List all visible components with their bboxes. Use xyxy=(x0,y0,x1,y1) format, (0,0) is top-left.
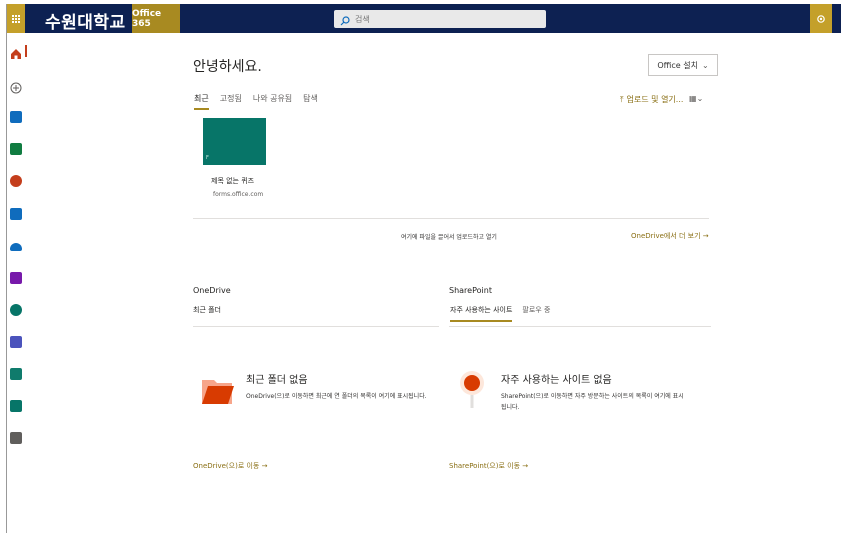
install-office-button[interactable]: Office 설치 ⌄ xyxy=(648,54,718,76)
app-launcher-button[interactable] xyxy=(7,4,25,33)
onedrive-recent-folders-label: 최근 폴더 xyxy=(193,306,221,314)
gear-icon xyxy=(817,14,825,23)
office-home-window: 수원대학교 Office 365 검색 안녕하세요. Office 설치 ⌄ 최… xyxy=(6,4,841,533)
upload-label: 업로드 및 열기... xyxy=(626,95,684,104)
powerpoint-icon[interactable] xyxy=(10,175,22,187)
go-to-onedrive-link[interactable]: OneDrive(으)로 이동 → xyxy=(193,461,267,471)
recent-file-thumbnail[interactable]: F xyxy=(203,118,266,165)
chevron-down-icon: ⌄ xyxy=(696,94,704,103)
office365-link[interactable]: Office 365 xyxy=(132,4,180,33)
teams-icon[interactable] xyxy=(10,336,22,348)
home-active-indicator xyxy=(25,45,27,57)
sharepoint-empty-description: SharePoint(으)로 이동하면 자주 방문하는 사이트의 목록이 여기에… xyxy=(501,393,684,411)
onedrive-icon[interactable] xyxy=(10,243,22,251)
sharepoint-site-icon xyxy=(460,371,484,408)
section-divider xyxy=(193,218,709,219)
home-icon[interactable] xyxy=(10,45,22,59)
organization-name[interactable]: 수원대학교 xyxy=(45,8,126,33)
onedrive-heading: OneDrive xyxy=(193,286,231,295)
sharepoint-icon[interactable] xyxy=(10,304,22,316)
forms-icon[interactable] xyxy=(10,400,22,412)
recent-file-title[interactable]: 제목 없는 퀴즈 xyxy=(211,176,254,186)
tab-frequent-sites[interactable]: 자주 사용하는 사이트 xyxy=(450,305,513,322)
forms-logo-icon: F xyxy=(206,155,209,161)
waffle-icon xyxy=(12,14,20,23)
onedrive-divider xyxy=(193,326,439,327)
sharepoint-empty-title: 자주 사용하는 사이트 없음 xyxy=(501,375,612,386)
view-toggle-button[interactable]: ▦⌄ xyxy=(689,94,703,103)
tab-pinned[interactable]: 고정됨 xyxy=(220,93,242,110)
sharepoint-divider xyxy=(449,326,711,327)
onedrive-empty-description: OneDrive(으)로 이동하면 최근에 연 폴더의 목록이 여기에 표시됩니… xyxy=(246,393,427,400)
outlook-icon[interactable] xyxy=(10,111,22,123)
tab-recent[interactable]: 최근 xyxy=(194,93,209,110)
outlook-mail-icon[interactable] xyxy=(10,208,22,220)
top-bar: 수원대학교 Office 365 xyxy=(7,4,841,33)
tab-following[interactable]: 팔로우 중 xyxy=(522,305,550,322)
add-icon[interactable] xyxy=(10,79,22,94)
drop-hint: 여기에 파일을 끌어서 업로드하고 열기 xyxy=(401,234,497,241)
onedrive-more-link[interactable]: OneDrive에서 더 보기 → xyxy=(631,231,709,241)
onenote-icon[interactable] xyxy=(10,272,22,284)
recent-file-source: forms.office.com xyxy=(213,191,264,198)
settings-button[interactable] xyxy=(810,4,832,33)
search-input[interactable] xyxy=(355,14,535,24)
grid-view-icon: ▦ xyxy=(689,94,697,103)
upload-open-button[interactable]: ⤒ 업로드 및 열기... xyxy=(620,94,683,105)
folder-icon xyxy=(202,380,234,404)
install-office-label: Office 설치 xyxy=(657,60,698,70)
greeting-heading: 안녕하세요. xyxy=(193,59,262,75)
app-rail xyxy=(7,33,27,533)
search-icon xyxy=(340,16,350,26)
chevron-down-icon: ⌄ xyxy=(701,60,709,70)
sharepoint-heading: SharePoint xyxy=(449,286,492,295)
sharepoint-tabs: 자주 사용하는 사이트 팔로우 중 xyxy=(450,305,550,322)
tab-shared[interactable]: 나와 공유됨 xyxy=(253,93,292,110)
other-app-icon[interactable] xyxy=(10,432,22,444)
excel-icon[interactable] xyxy=(10,143,22,155)
sway-icon[interactable] xyxy=(10,368,22,380)
go-to-sharepoint-link[interactable]: SharePoint(으)로 이동 → xyxy=(449,461,528,471)
onedrive-empty-title: 최근 폴더 없음 xyxy=(246,375,308,386)
tab-discover[interactable]: 탐색 xyxy=(303,93,318,110)
search-box[interactable] xyxy=(334,10,546,28)
file-tabs: 최근 고정됨 나와 공유됨 탐색 xyxy=(194,93,318,110)
upload-icon: ⤒ xyxy=(620,94,624,104)
